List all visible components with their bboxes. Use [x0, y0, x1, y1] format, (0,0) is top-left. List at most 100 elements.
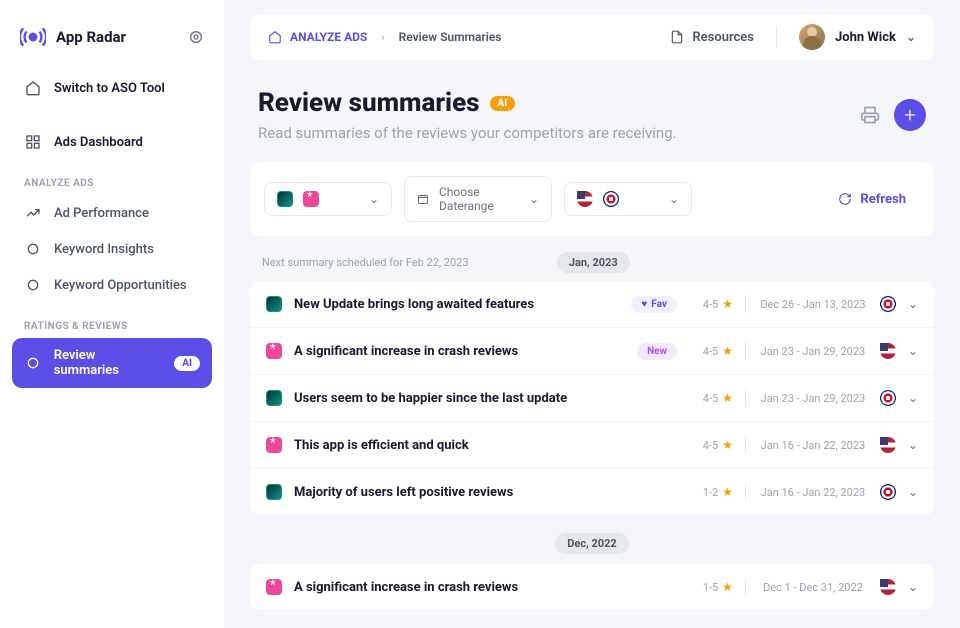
topbar: ANALYZE ADS › Review Summaries Resources…	[250, 14, 934, 60]
refresh-button[interactable]: Refresh	[824, 184, 920, 215]
calendar-icon	[417, 193, 429, 205]
print-icon[interactable]	[860, 105, 880, 125]
page-heading: Review summaries AI Read summaries of th…	[250, 60, 934, 154]
sidebar: App Radar Switch to ASO Tool Ads Dashboa…	[0, 0, 224, 628]
section-ratings-reviews: RATINGS & REVIEWS	[12, 303, 212, 338]
chevron-down-icon: ⌄	[529, 192, 539, 206]
chevron-down-icon[interactable]: ⌄	[908, 344, 918, 358]
sidebar-keyword-insights[interactable]: Keyword Insights	[12, 231, 212, 267]
summary-rating: 1-2 ★	[689, 485, 733, 499]
app-chip-icon	[266, 437, 282, 453]
flag-icon	[880, 343, 896, 359]
summary-row[interactable]: A significant increase in crash reviews …	[250, 564, 934, 610]
summary-rating: 4-5 ★	[689, 297, 733, 311]
app-radar-logo-icon	[20, 24, 46, 50]
star-icon: ★	[722, 438, 733, 452]
sidebar-item-label: Ad Performance	[54, 206, 149, 221]
divider	[776, 26, 777, 48]
star-icon: ★	[722, 580, 733, 594]
target-icon[interactable]	[188, 29, 204, 45]
user-menu[interactable]: John Wick ⌄	[799, 24, 916, 50]
app-chip-icon	[266, 343, 282, 359]
summary-dates: Jan 23 - Jan 29, 2023	[758, 345, 868, 358]
summary-dates: Dec 26 - Jan 13, 2023	[758, 298, 868, 311]
avatar	[799, 24, 825, 50]
circle-icon	[24, 241, 42, 257]
circle-icon	[24, 277, 42, 293]
add-button[interactable]: +	[894, 99, 926, 131]
chevron-down-icon: ⌄	[369, 192, 379, 206]
star-icon: ★	[722, 344, 733, 358]
breadcrumb-current: Review Summaries	[399, 30, 502, 44]
chevron-down-icon[interactable]: ⌄	[908, 438, 918, 452]
summary-title: This app is efficient and quick	[294, 438, 677, 453]
chevron-down-icon: ⌄	[669, 192, 679, 206]
summary-dates: Jan 23 - Jan 29, 2023	[758, 392, 868, 405]
summary-title: New Update brings long awaited features	[294, 297, 619, 312]
app-chip-pink-icon	[303, 191, 319, 207]
summary-row[interactable]: Majority of users left positive reviews …	[250, 469, 934, 515]
breadcrumb-root[interactable]: ANALYZE ADS	[268, 30, 367, 44]
sidebar-switch-tool[interactable]: Switch to ASO Tool	[12, 70, 212, 106]
divider	[745, 342, 746, 360]
summary-dates: Jan 16 - Jan 22, 2023	[758, 486, 868, 499]
schedule-text: Next summary scheduled for Feb 22, 2023	[262, 256, 469, 269]
summary-title: A significant increase in crash reviews	[294, 580, 677, 595]
refresh-label: Refresh	[860, 192, 906, 207]
brand: App Radar	[12, 20, 212, 70]
page-title: Review summaries	[258, 88, 480, 118]
sidebar-dashboard[interactable]: Ads Dashboard	[12, 124, 212, 160]
app-selector[interactable]: ⌄	[264, 182, 392, 216]
app-chip-icon	[266, 484, 282, 500]
chevron-down-icon[interactable]: ⌄	[908, 391, 918, 405]
chevron-down-icon[interactable]: ⌄	[908, 580, 918, 594]
home-icon	[268, 30, 282, 44]
app-chip-icon	[266, 296, 282, 312]
pagination: ‹ 1234567 ›	[250, 620, 934, 628]
summary-row[interactable]: Users seem to be happier since the last …	[250, 375, 934, 422]
sidebar-keyword-opportunities[interactable]: Keyword Opportunities	[12, 267, 212, 303]
star-icon: ★	[722, 391, 733, 405]
summary-rating: 1-5 ★	[689, 580, 733, 594]
star-icon: ★	[722, 297, 733, 311]
sidebar-review-summaries[interactable]: Review summaries AI	[12, 338, 212, 388]
user-name: John Wick	[835, 30, 896, 45]
heart-icon: ♥	[641, 299, 647, 310]
flag-us-icon	[577, 191, 593, 207]
ai-badge: AI	[174, 356, 200, 371]
ai-badge: AI	[490, 96, 516, 111]
summary-title: Majority of users left positive reviews	[294, 485, 677, 500]
flag-icon	[880, 484, 896, 500]
summary-dates: Dec 1 - Dec 31, 2022	[758, 581, 868, 594]
sidebar-ad-performance[interactable]: Ad Performance	[12, 195, 212, 231]
summary-group-jan: New Update brings long awaited features …	[250, 281, 934, 515]
chevron-down-icon: ⌄	[906, 30, 916, 44]
summary-row[interactable]: A significant increase in crash reviews …	[250, 328, 934, 375]
flag-icon	[880, 437, 896, 453]
divider	[745, 578, 746, 596]
daterange-placeholder: Choose Daterange	[439, 185, 519, 213]
circle-icon	[24, 355, 42, 371]
page-subtitle: Read summaries of the reviews your compe…	[258, 124, 677, 142]
home-icon	[24, 80, 42, 96]
main: ANALYZE ADS › Review Summaries Resources…	[224, 0, 960, 628]
daterange-selector[interactable]: Choose Daterange ⌄	[404, 176, 552, 222]
app-chip-green-icon	[277, 191, 293, 207]
sidebar-item-label: Keyword Opportunities	[54, 278, 187, 293]
summary-list: Next summary scheduled for Feb 22, 2023 …	[250, 240, 934, 628]
divider	[745, 436, 746, 454]
app-chip-icon	[266, 390, 282, 406]
summary-dates: Jan 16 - Jan 22, 2023	[758, 439, 868, 452]
divider	[745, 483, 746, 501]
resources-link[interactable]: Resources	[670, 30, 754, 45]
chevron-down-icon[interactable]: ⌄	[908, 485, 918, 499]
sidebar-item-label: Keyword Insights	[54, 242, 154, 257]
flag-icon	[880, 579, 896, 595]
flag-icon	[880, 390, 896, 406]
country-selector[interactable]: ⌄	[564, 182, 692, 216]
summary-row[interactable]: This app is efficient and quick 4-5 ★ Ja…	[250, 422, 934, 469]
chevron-down-icon[interactable]: ⌄	[908, 297, 918, 311]
summary-row[interactable]: New Update brings long awaited features …	[250, 281, 934, 328]
star-icon: ★	[722, 485, 733, 499]
resources-label: Resources	[692, 30, 754, 45]
